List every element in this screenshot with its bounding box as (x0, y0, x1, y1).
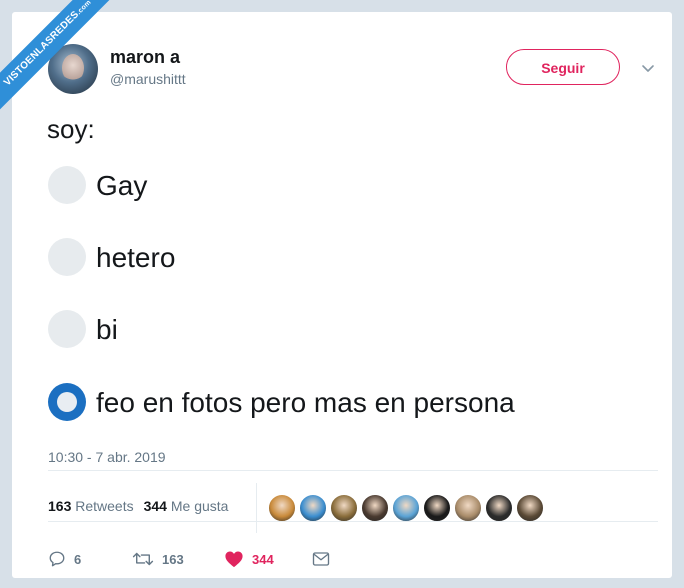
divider (256, 483, 257, 533)
watermark-text: VISTOENLASREDES.com (0, 0, 121, 116)
message-button[interactable] (312, 549, 330, 569)
liker-avatar[interactable] (392, 494, 420, 522)
liker-avatar[interactable] (485, 494, 513, 522)
liker-avatar[interactable] (330, 494, 358, 522)
reply-icon (49, 551, 65, 567)
reply-count: 6 (74, 551, 82, 567)
divider (48, 470, 658, 471)
liker-avatar[interactable] (454, 494, 482, 522)
retweets-label[interactable]: Retweets (75, 498, 133, 514)
watermark-ribbon: VISTOENLASREDES.com (0, 0, 130, 130)
reply-button[interactable]: 6 (48, 549, 81, 569)
retweet-button[interactable]: 163 (132, 549, 184, 569)
like-count: 344 (252, 551, 274, 567)
poll-option-label: hetero (96, 242, 176, 273)
liker-avatar[interactable] (423, 494, 451, 522)
envelope-icon (312, 552, 330, 566)
divider (48, 521, 658, 522)
radio-button-selected[interactable] (48, 383, 86, 421)
chevron-down-icon[interactable] (640, 60, 656, 76)
heart-icon (225, 551, 243, 568)
retweet-count: 163 (162, 551, 184, 567)
follow-button[interactable]: Seguir (506, 49, 620, 85)
liker-avatar[interactable] (516, 494, 544, 522)
likes-label[interactable]: Me gusta (171, 498, 229, 514)
engagement-stats: 163 Retweets 344 Me gusta (48, 498, 228, 514)
retweet-icon (132, 552, 154, 566)
watermark-label: VISTOENLASREDES (1, 9, 82, 89)
radio-button[interactable] (48, 310, 86, 348)
likes-count[interactable]: 344 (144, 498, 167, 514)
watermark-suffix: .com (75, 0, 93, 17)
radio-button[interactable] (48, 238, 86, 276)
liker-avatar[interactable] (361, 494, 389, 522)
timestamp[interactable]: 10:30 - 7 abr. 2019 (48, 449, 166, 465)
poll-option-label: Gay (96, 170, 148, 201)
liker-avatar[interactable] (268, 494, 296, 522)
poll-option-label: feo en fotos pero mas en persona (96, 387, 515, 418)
retweets-count[interactable]: 163 (48, 498, 71, 514)
liker-avatar[interactable] (299, 494, 327, 522)
radio-button[interactable] (48, 166, 86, 204)
like-button[interactable]: 344 (224, 549, 274, 569)
poll-option-label: bi (96, 314, 118, 345)
